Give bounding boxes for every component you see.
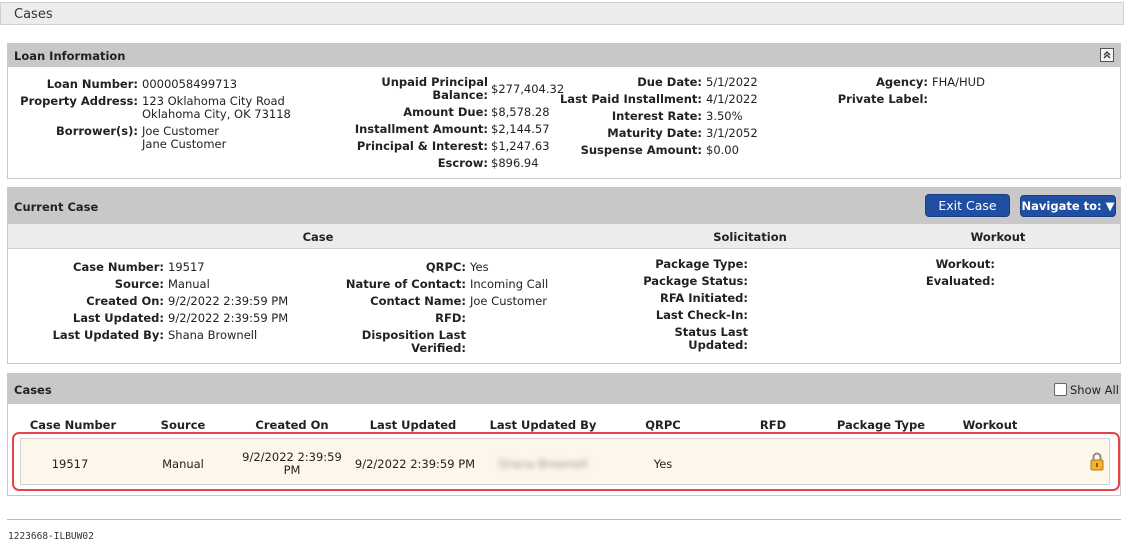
table-row[interactable]: 19517 Manual 9/2/2022 2:39:59 PM 9/2/202… bbox=[20, 438, 1110, 485]
last-updated-label: Last Updated: bbox=[72, 311, 164, 325]
row-last-updated-by: Shana Brownell bbox=[498, 457, 588, 471]
col-workout[interactable]: Workout bbox=[953, 418, 1027, 432]
loan-information-title: Loan Information bbox=[14, 49, 126, 63]
amount-due-label: Amount Due: bbox=[403, 105, 488, 119]
loan-information-panel: Loan Information Loan Number: 0000058499… bbox=[7, 43, 1121, 179]
last-paid-installment-label: Last Paid Installment: bbox=[559, 92, 702, 106]
suspense-amount-label: Suspense Amount: bbox=[580, 143, 702, 157]
property-address-line2: Oklahoma City, OK 73118 bbox=[142, 107, 291, 121]
row-created-on-line2: PM bbox=[283, 463, 301, 477]
status-last-updated-label-line2: Updated: bbox=[688, 338, 748, 352]
rfd-label: RFD: bbox=[435, 311, 466, 325]
chevron-up-double-icon bbox=[1103, 51, 1111, 59]
row-qrpc: Yes bbox=[653, 457, 673, 471]
lock-icon[interactable] bbox=[1089, 451, 1105, 471]
installment-amount-label: Installment Amount: bbox=[354, 122, 488, 136]
case-section-header-row: Case Solicitation Workout bbox=[8, 224, 1120, 249]
row-source: Manual bbox=[162, 457, 204, 471]
col-last-updated[interactable]: Last Updated bbox=[358, 418, 468, 432]
loan-number-value: 0000058499713 bbox=[142, 77, 238, 91]
contact-name-label: Contact Name: bbox=[370, 294, 466, 308]
last-updated-value: 9/2/2022 2:39:59 PM bbox=[168, 311, 289, 325]
col-last-updated-by[interactable]: Last Updated By bbox=[486, 418, 600, 432]
source-value: Manual bbox=[168, 277, 210, 291]
private-label-label: Private Label: bbox=[837, 92, 928, 106]
page-title-bar: Cases bbox=[0, 2, 1124, 25]
agency-value: FHA/HUD bbox=[932, 75, 985, 89]
property-address-label: Property Address: bbox=[20, 94, 138, 108]
principal-interest-value: $1,247.63 bbox=[491, 139, 550, 153]
loan-number-label: Loan Number: bbox=[46, 77, 138, 91]
workout-section-title: Workout bbox=[970, 230, 1026, 244]
row-last-updated: 9/2/2022 2:39:59 PM bbox=[354, 457, 476, 471]
borrowers-label: Borrower(s): bbox=[56, 124, 138, 138]
col-source[interactable]: Source bbox=[148, 418, 218, 432]
maturity-date-label: Maturity Date: bbox=[607, 126, 702, 140]
cases-title: Cases bbox=[14, 383, 52, 397]
current-case-panel: Current Case Exit Case Navigate to: ▼ Ca… bbox=[7, 187, 1121, 364]
last-updated-by-label: Last Updated By: bbox=[52, 328, 164, 342]
navigate-to-button[interactable]: Navigate to: ▼ bbox=[1020, 195, 1116, 217]
suspense-amount-value: $0.00 bbox=[706, 143, 739, 157]
installment-amount-value: $2,144.57 bbox=[491, 122, 550, 136]
col-created-on[interactable]: Created On bbox=[244, 418, 340, 432]
qrpc-label: QRPC: bbox=[425, 260, 466, 274]
footer-divider bbox=[7, 519, 1121, 520]
nature-of-contact-value: Incoming Call bbox=[470, 277, 549, 291]
contact-name-value: Joe Customer bbox=[470, 294, 548, 308]
col-case-number[interactable]: Case Number bbox=[16, 418, 130, 432]
page-title: Cases bbox=[14, 7, 53, 22]
current-case-title: Current Case bbox=[14, 200, 99, 214]
package-status-label: Package Status: bbox=[643, 274, 748, 288]
col-qrpc[interactable]: QRPC bbox=[633, 418, 693, 432]
principal-interest-label: Principal & Interest: bbox=[356, 139, 488, 153]
nature-of-contact-label: Nature of Contact: bbox=[345, 277, 466, 291]
rfa-initiated-label: RFA Initiated: bbox=[659, 291, 748, 305]
created-on-label: Created On: bbox=[86, 294, 164, 308]
agency-label: Agency: bbox=[875, 75, 928, 89]
disposition-label-line2: Verified: bbox=[411, 341, 466, 355]
escrow-label: Escrow: bbox=[437, 156, 488, 170]
cases-header: Cases Show All bbox=[8, 374, 1120, 404]
col-rfd[interactable]: RFD bbox=[748, 418, 798, 432]
maturity-date-value: 3/1/2052 bbox=[706, 126, 758, 140]
collapse-button[interactable] bbox=[1100, 48, 1114, 62]
last-updated-by-value: Shana Brownell bbox=[168, 328, 258, 342]
qrpc-value: Yes bbox=[470, 260, 489, 274]
col-package-type[interactable]: Package Type bbox=[828, 418, 934, 432]
interest-rate-label: Interest Rate: bbox=[611, 109, 702, 123]
exit-case-button[interactable]: Exit Case bbox=[925, 194, 1010, 217]
footer-code: 1223668-ILBUW02 bbox=[8, 531, 94, 542]
case-number-label: Case Number: bbox=[73, 260, 164, 274]
last-paid-installment-value: 4/1/2022 bbox=[706, 92, 758, 106]
borrower-2: Jane Customer bbox=[142, 137, 227, 151]
created-on-value: 9/2/2022 2:39:59 PM bbox=[168, 294, 289, 308]
interest-rate-value: 3.50% bbox=[706, 109, 743, 123]
due-date-label: Due Date: bbox=[637, 75, 702, 89]
loan-information-header: Loan Information bbox=[8, 44, 1120, 67]
workout-label: Workout: bbox=[935, 257, 995, 271]
due-date-value: 5/1/2022 bbox=[706, 75, 758, 89]
escrow-value: $896.94 bbox=[491, 156, 539, 170]
upb-label-line2: Balance: bbox=[432, 88, 488, 102]
row-case-number: 19517 bbox=[51, 457, 89, 471]
case-number-value: 19517 bbox=[168, 260, 205, 274]
last-check-in-label: Last Check-In: bbox=[655, 308, 748, 322]
evaluated-label: Evaluated: bbox=[925, 274, 995, 288]
package-type-label: Package Type: bbox=[655, 257, 748, 271]
row-created-on-line1: 9/2/2022 2:39:59 bbox=[242, 450, 342, 464]
amount-due-value: $8,578.28 bbox=[491, 105, 550, 119]
show-all-checkbox[interactable] bbox=[1054, 383, 1067, 396]
show-all-label[interactable]: Show All bbox=[1070, 383, 1119, 397]
case-section-title: Case bbox=[302, 230, 334, 244]
source-label: Source: bbox=[114, 277, 164, 291]
solicitation-section-title: Solicitation bbox=[713, 230, 787, 244]
